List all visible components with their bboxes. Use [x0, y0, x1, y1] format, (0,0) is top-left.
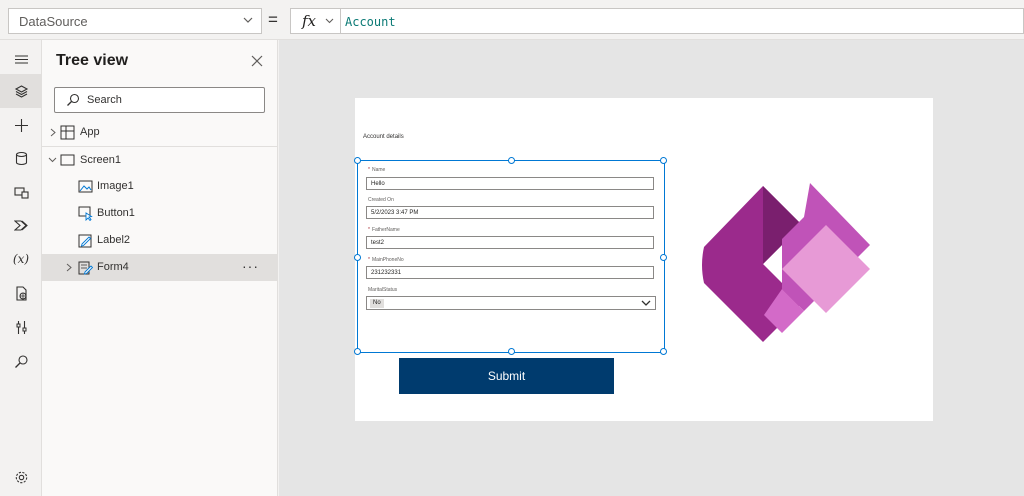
app-icon	[60, 125, 75, 140]
add-icon[interactable]	[0, 108, 42, 142]
menu-icon[interactable]	[0, 42, 42, 76]
button-icon	[78, 206, 93, 221]
label-icon	[78, 234, 92, 248]
edit-form[interactable]: * Name Hello Created On 5/2/2023 3:47 PM …	[354, 157, 667, 355]
resize-handle[interactable]	[660, 157, 667, 164]
screen-title-label[interactable]: Account details	[363, 134, 404, 140]
tree-item-label: Form4	[97, 261, 129, 273]
equals-sign: =	[268, 10, 278, 29]
field-label-text: Name	[371, 167, 386, 173]
data-icon[interactable]	[0, 141, 42, 175]
tree-item-label: Image1	[97, 180, 134, 192]
field-label-text: MainPhoneNo	[371, 257, 404, 263]
required-marker: *	[368, 257, 370, 263]
variables-icon-text: (x)	[12, 252, 30, 266]
created-on-field[interactable]: 5/2/2023 3:47 PM	[366, 206, 654, 219]
resize-handle[interactable]	[354, 348, 361, 355]
tree-item-label: Button1	[97, 207, 135, 219]
advanced-tools-icon[interactable]	[0, 276, 42, 310]
resize-handle[interactable]	[660, 254, 667, 261]
tree-item-app[interactable]: App	[42, 119, 278, 146]
form-icon	[78, 261, 93, 275]
tree-item-label: Label2	[97, 234, 131, 246]
field-label-name: * Name	[368, 167, 385, 173]
tree-item-label: App	[80, 126, 100, 138]
chevron-right-icon[interactable]	[50, 128, 56, 137]
field-label-text: FatherName	[371, 227, 400, 233]
submit-button[interactable]: Submit	[399, 358, 614, 394]
more-options-icon[interactable]: ···	[242, 258, 259, 274]
tree-item-label2[interactable]: Label2	[42, 227, 278, 254]
app-screen: Account details * Name Hello Created On 5…	[354, 98, 933, 421]
chevron-down-icon	[641, 300, 651, 306]
property-dropdown[interactable]: DataSource	[8, 8, 262, 34]
resize-handle[interactable]	[508, 348, 515, 355]
chevron-down-icon	[325, 18, 334, 24]
close-icon[interactable]	[250, 54, 264, 68]
search-input[interactable]: Search	[54, 87, 265, 113]
search-placeholder: Search	[87, 94, 122, 106]
tree-item-button1[interactable]: Button1	[42, 200, 278, 227]
tree-item-label: Screen1	[80, 154, 121, 166]
resize-handle[interactable]	[354, 157, 361, 164]
chevron-down-icon	[243, 17, 253, 23]
search-icon	[67, 93, 80, 106]
fx-icon: fx	[302, 12, 317, 30]
variables-icon[interactable]: (x)	[0, 242, 42, 276]
resize-handle[interactable]	[508, 157, 515, 164]
marital-status-value: No	[370, 299, 384, 308]
marital-status-dropdown[interactable]: No	[366, 296, 656, 310]
field-label-text: MaritalStatus	[368, 287, 398, 293]
father-name-field[interactable]: test2	[366, 236, 654, 249]
fx-button[interactable]: fx	[290, 8, 340, 34]
field-label-created-on: Created On	[368, 197, 394, 203]
required-marker: *	[368, 227, 370, 233]
formula-bar: DataSource = fx Account	[0, 0, 1024, 40]
layers-icon[interactable]	[0, 74, 42, 108]
main-phone-field[interactable]: 231232331	[366, 266, 654, 279]
chevron-right-icon[interactable]	[66, 263, 72, 272]
tree-item-image1[interactable]: Image1	[42, 173, 278, 200]
field-label-marital-status: MaritalStatus	[368, 287, 397, 293]
chevron-down-icon[interactable]	[48, 157, 57, 163]
image-icon	[78, 180, 93, 193]
required-marker: *	[368, 167, 370, 173]
settings-icon[interactable]	[0, 460, 42, 494]
resize-handle[interactable]	[354, 254, 361, 261]
panel-title: Tree view	[56, 52, 129, 69]
left-rail: (x)	[0, 40, 42, 496]
tree-item-form4[interactable]: Form4 ···	[42, 254, 278, 281]
field-label-text: Created On	[368, 197, 394, 203]
search-icon[interactable]	[0, 344, 42, 378]
tree-view-panel: Tree view Search App Screen1 Image1 Butt…	[42, 40, 278, 496]
field-label-father-name: * FatherName	[368, 227, 400, 233]
resize-handle[interactable]	[660, 348, 667, 355]
settings-tools-icon[interactable]	[0, 310, 42, 344]
power-apps-logo[interactable]	[700, 183, 870, 348]
media-icon[interactable]	[0, 175, 42, 209]
property-dropdown-value: DataSource	[19, 14, 88, 29]
name-field[interactable]: Hello	[366, 177, 654, 190]
formula-input[interactable]: Account	[340, 8, 1024, 34]
screen-icon	[60, 154, 75, 166]
power-automate-icon[interactable]	[0, 208, 42, 242]
field-label-main-phone: * MainPhoneNo	[368, 257, 404, 263]
tree-item-screen1[interactable]: Screen1	[42, 146, 278, 173]
